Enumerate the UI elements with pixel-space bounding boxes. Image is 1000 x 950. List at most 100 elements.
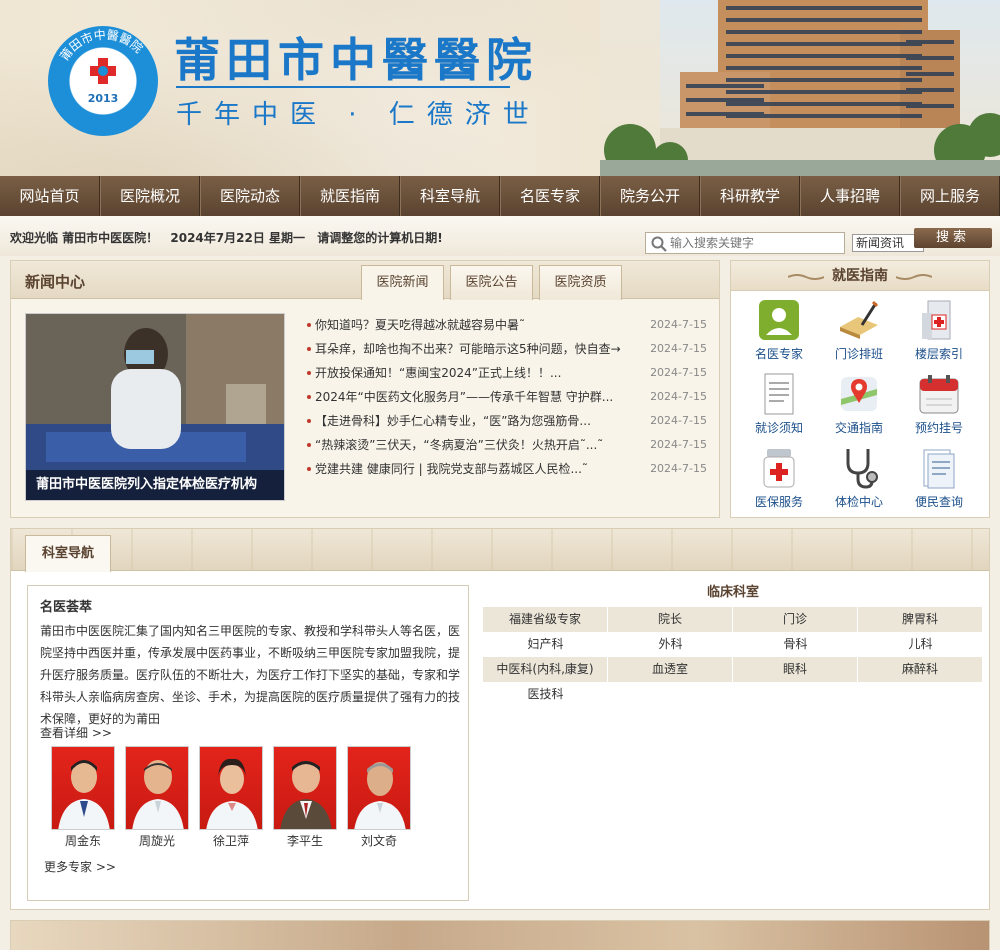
news-item-title[interactable]: 2024年“中医药文化服务月”——传承千年智慧 守护群... [315,385,635,409]
schedule-book-icon [840,301,878,339]
news-list-item[interactable]: 耳朵痒，却啥也掏不出来？可能暗示这5种问题，快自查→ 2024-7-15 [307,337,707,361]
medical-cross-icon [90,58,116,84]
news-list-item[interactable]: 党建共建 健康同行 | 我院党支部与荔城区人民检...˜ 2024-7-15 [307,457,707,481]
welcome-text: 欢迎光临 莆田市中医医院！ 2024年7月22日 星期一 请调整您的计算机日期! [10,229,451,246]
news-list-item[interactable]: 【走进骨科】妙手仁心精专业，“医”路为您强筋骨... 2024-7-15 [307,409,707,433]
clinic-item[interactable]: 门诊 [733,607,858,632]
doctor-card[interactable]: 李平生 [268,746,342,852]
search-button[interactable]: 搜索 [914,228,992,248]
news-list-item[interactable]: 你知道吗？夏天吃得越冰就越容易中暑˜ 2024-7-15 [307,313,707,337]
clinic-item[interactable]: 外科 [608,632,733,657]
nav-experts[interactable]: 名医专家 [500,176,600,216]
hospital-logo[interactable]: 莆田市中醫醫院 2013 [48,26,158,136]
doctor-name[interactable]: 周金东 [46,830,120,852]
bottom-banner-image [10,920,990,950]
news-item-date: 2024-7-15 [650,390,707,403]
nav-overview[interactable]: 医院概况 [100,176,200,216]
clinical-departments-grid: 福建省级专家 院长 门诊 脾胃科 妇产科 外科 骨科 儿科 中医科(内科,康复)… [483,607,983,707]
more-experts-link[interactable]: 更多专家 >> [44,858,116,875]
doctor-portrait-icon [58,760,110,829]
doctor-portrait-icon [132,760,184,829]
clinic-item[interactable]: 中医科(内科,康复) [483,657,608,682]
news-item-date: 2024-7-15 [650,414,707,427]
search-input[interactable] [670,235,840,251]
doctor-name[interactable]: 刘文奇 [342,830,416,852]
doctor-card[interactable]: 刘文奇 [342,746,416,852]
doctor-photo[interactable] [273,746,337,830]
hospital-slogan: 千年中医 · 仁德济世 [176,100,541,130]
nav-recruitment[interactable]: 人事招聘 [800,176,900,216]
clinic-item[interactable]: 福建省级专家 [483,607,608,632]
nav-online-service[interactable]: 网上服务 [900,176,1000,216]
doctor-card[interactable]: 徐卫萍 [194,746,268,852]
news-item-date: 2024-7-15 [650,318,707,331]
clinic-item[interactable]: 医技科 [483,682,608,707]
expert-section: 名医荟萃 莆田市中医医院汇集了国内知名三甲医院的专家、教授和学科带头人等名医，医… [27,585,469,901]
news-item-title[interactable]: 开放投保通知！“惠闽宝2024”正式上线！！... [315,361,635,385]
doctor-photo[interactable] [51,746,115,830]
doctor-name[interactable]: 徐卫萍 [194,830,268,852]
logo-year: 2013 [87,92,119,105]
doctor-card[interactable]: 周金东 [46,746,120,852]
guide-item-appointment[interactable]: 预约挂号 [899,367,979,441]
nav-news[interactable]: 医院动态 [200,176,300,216]
guide-item-traffic[interactable]: 交通指南 [819,367,899,441]
welcome-bar: 欢迎光临 莆田市中医医院！ 2024年7月22日 星期一 请调整您的计算机日期! [0,216,1000,256]
featured-news-photo[interactable]: 莆田市中医医院列入指定体检医疗机构 [25,313,285,501]
news-center-title: 新闻中心 [25,273,86,291]
clinic-item[interactable]: 麻醉科 [858,657,983,682]
guide-item-inquiry[interactable]: 便民查询 [899,441,979,515]
nav-affairs[interactable]: 院务公开 [600,176,700,216]
tab-hospital-notices[interactable]: 医院公告 [450,265,533,300]
doctor-photo[interactable] [347,746,411,830]
news-list: 你知道吗？夏天吃得越冰就越容易中暑˜ 2024-7-15 耳朵痒，却啥也掏不出来… [307,313,707,481]
clinic-item[interactable]: 院长 [608,607,733,632]
news-item-title[interactable]: 你知道吗？夏天吃得越冰就越容易中暑˜ [315,313,635,337]
clinic-item[interactable]: 眼科 [733,657,858,682]
doctor-card[interactable]: 周旋光 [120,746,194,852]
nav-home[interactable]: 网站首页 [0,176,100,216]
tab-hospital-news[interactable]: 医院新闻 [361,265,444,300]
view-detail-link[interactable]: 查看详细 >> [40,724,112,741]
news-list-item[interactable]: 开放投保通知！“惠闽宝2024”正式上线！！... 2024-7-15 [307,361,707,385]
guide-grid: 名医专家 门诊排班 楼层索引 就诊须知 交通指南 预约挂号 医保服务 体检中心 … [739,293,979,515]
building-icon [922,300,951,340]
news-item-title[interactable]: 耳朵痒，却啥也掏不出来？可能暗示这5种问题，快自查→ [315,337,635,361]
guide-item-schedule[interactable]: 门诊排班 [819,293,899,367]
tab-department-nav[interactable]: 科室导航 [25,535,111,572]
news-item-title[interactable]: 党建共建 健康同行 | 我院党支部与荔城区人民检...˜ [315,457,635,481]
tab-hospital-qualifications[interactable]: 医院资质 [539,265,622,300]
bullet-icon [307,371,311,375]
department-header: 科室导航 [11,529,989,572]
nav-guide[interactable]: 就医指南 [300,176,400,216]
clinic-item[interactable]: 血透室 [608,657,733,682]
news-item-title[interactable]: “热辣滚烫”三伏天，“冬病夏治”三伏灸！火热开启˜...˜ [315,433,635,457]
clinic-item[interactable]: 儿科 [858,632,983,657]
clinic-item[interactable]: 脾胃科 [858,607,983,632]
guide-item-experts[interactable]: 名医专家 [739,293,819,367]
news-list-item[interactable]: 2024年“中医药文化服务月”——传承千年智慧 守护群... 2024-7-15 [307,385,707,409]
news-item-date: 2024-7-15 [650,438,707,451]
news-list-item[interactable]: “热辣滚烫”三伏天，“冬病夏治”三伏灸！火热开启˜...˜ 2024-7-15 [307,433,707,457]
clinic-item[interactable]: 妇产科 [483,632,608,657]
guide-item-checkup[interactable]: 体检中心 [819,441,899,515]
clinic-item[interactable]: 骨科 [733,632,858,657]
nav-departments[interactable]: 科室导航 [400,176,500,216]
bullet-icon [307,347,311,351]
news-item-title[interactable]: 【走进骨科】妙手仁心精专业，“医”路为您强筋骨... [315,409,635,433]
doctor-portrait-icon [354,762,406,829]
guide-item-floors[interactable]: 楼层索引 [899,293,979,367]
doctor-name[interactable]: 周旋光 [120,830,194,852]
news-center-panel: 新闻中心 医院新闻 医院公告 医院资质 莆田市中医医院列入指定体检医疗机构 你知… [10,260,720,518]
nav-research[interactable]: 科研教学 [700,176,800,216]
guide-item-insurance[interactable]: 医保服务 [739,441,819,515]
doctor-photo[interactable] [199,746,263,830]
doctor-name[interactable]: 李平生 [268,830,342,852]
doctor-photo[interactable] [125,746,189,830]
site-header: 莆田市中醫醫院 2013 莆田市中醫醫院 千年中医 · 仁德济世 [0,0,1000,176]
guide-item-notice[interactable]: 就诊须知 [739,367,819,441]
medical-guide-panel: 就医指南 名医专家 门诊排班 楼层索引 就诊须知 交通指南 预约挂号 医保服务 … [730,260,990,518]
expert-section-description: 莆田市中医医院汇集了国内知名三甲医院的专家、教授和学科带头人等名医，医院坚持中西… [40,624,461,726]
stethoscope-icon [846,449,878,489]
guide-item-label: 门诊排班 [834,347,883,361]
